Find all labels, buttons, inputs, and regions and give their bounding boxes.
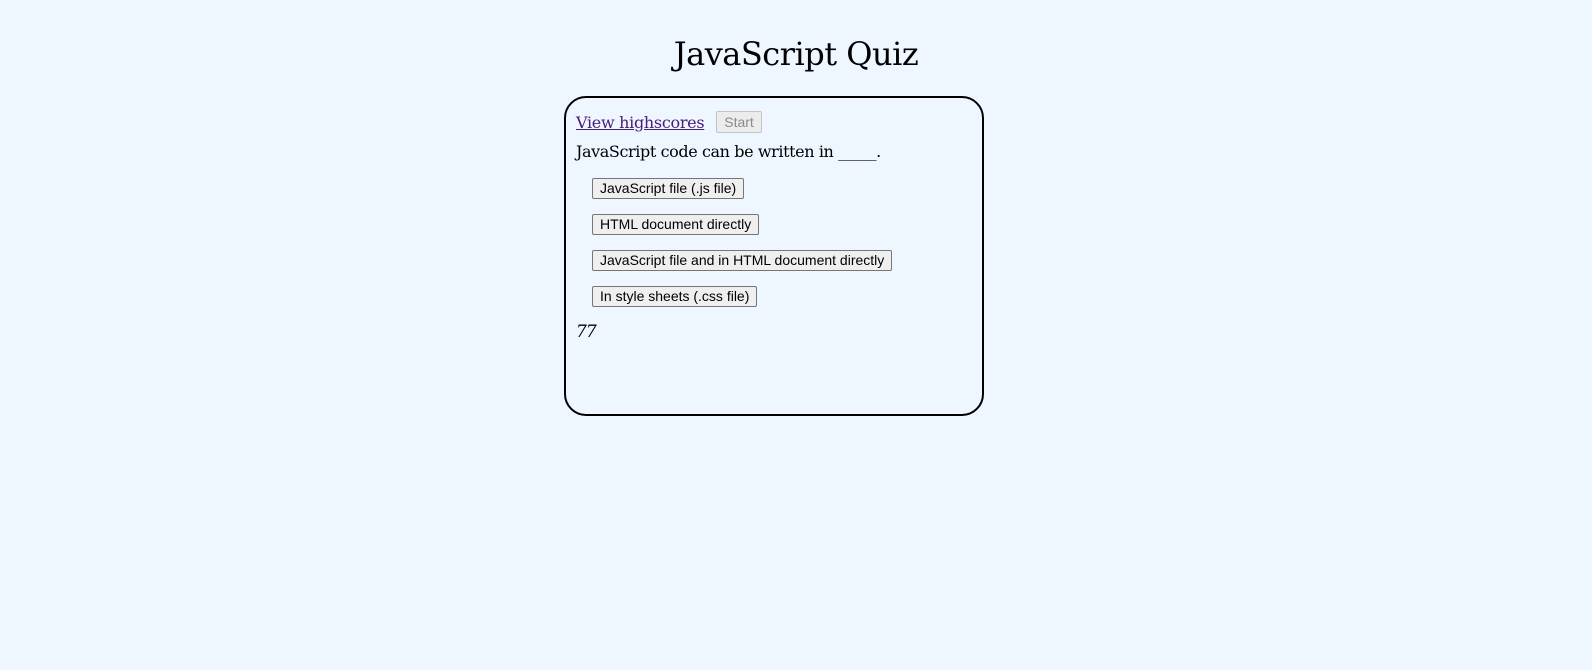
answer-button-1[interactable]: JavaScript file (.js file) [592,178,745,199]
answer-list: JavaScript file (.js file) HTML document… [576,178,972,307]
answer-button-2[interactable]: HTML document directly [592,214,760,235]
answer-button-3[interactable]: JavaScript file and in HTML document dir… [592,250,893,271]
timer-display: 77 [576,322,597,342]
page-title: JavaScript Quiz [673,35,919,73]
answer-button-4[interactable]: In style sheets (.css file) [592,286,758,307]
question-text: JavaScript code can be written in _____. [576,142,881,161]
quiz-card: View highscores Start JavaScript code ca… [564,96,984,416]
quiz-toolbar: View highscores Start [576,109,972,135]
start-button[interactable]: Start [716,111,762,133]
view-highscores-link[interactable]: View highscores [576,113,705,132]
